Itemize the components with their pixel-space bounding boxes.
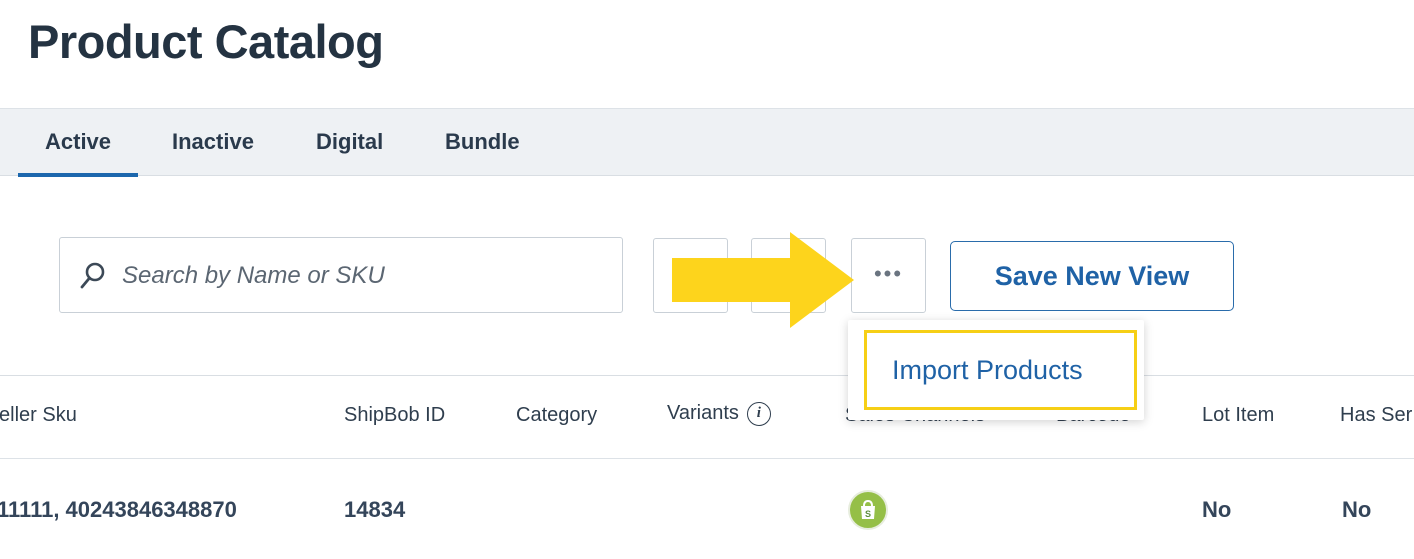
column-header-has-serial[interactable]: Has Ser — [1340, 404, 1412, 427]
tab-digital[interactable]: Digital — [316, 129, 383, 155]
svg-text:S: S — [865, 509, 871, 519]
table-row-divider — [0, 458, 1414, 459]
cell-lot-item: No — [1202, 497, 1232, 522]
more-options-button[interactable]: ••• — [851, 238, 926, 313]
column-header-seller-sku[interactable]: eller Sku — [0, 404, 77, 427]
tab-bar: Active Inactive Digital Bundle — [0, 108, 1414, 177]
table-header-divider — [0, 375, 1414, 376]
more-options-dropdown: Import Products — [848, 320, 1144, 420]
tab-inactive[interactable]: Inactive — [172, 129, 254, 155]
info-icon[interactable]: i — [746, 402, 771, 426]
tab-bundle[interactable]: Bundle — [445, 129, 520, 155]
cell-has-serial: No — [1342, 497, 1372, 522]
column-header-variants-label: Variants — [667, 402, 739, 424]
save-new-view-button[interactable]: Save New View — [950, 241, 1234, 311]
column-header-variants[interactable]: Variants i — [667, 402, 771, 426]
search-input[interactable] — [120, 238, 604, 314]
column-header-category[interactable]: Category — [516, 404, 597, 427]
search-box[interactable] — [59, 237, 623, 314]
cell-shipbob-id: 14834 — [344, 497, 406, 522]
tab-active[interactable]: Active — [17, 129, 139, 177]
column-header-lot-item[interactable]: Lot Item — [1202, 404, 1274, 427]
shopify-icon: S — [848, 490, 888, 530]
more-horizontal-icon: ••• — [873, 261, 904, 286]
page-title: Product Catalog — [28, 15, 384, 68]
highlight-arrow-icon — [672, 232, 854, 328]
column-header-shipbob-id[interactable]: ShipBob ID — [344, 404, 445, 427]
cell-seller-sku: 11111, 40243846348870 — [0, 497, 237, 522]
search-icon — [80, 262, 106, 290]
import-products-menu-item[interactable]: Import Products — [864, 330, 1137, 410]
